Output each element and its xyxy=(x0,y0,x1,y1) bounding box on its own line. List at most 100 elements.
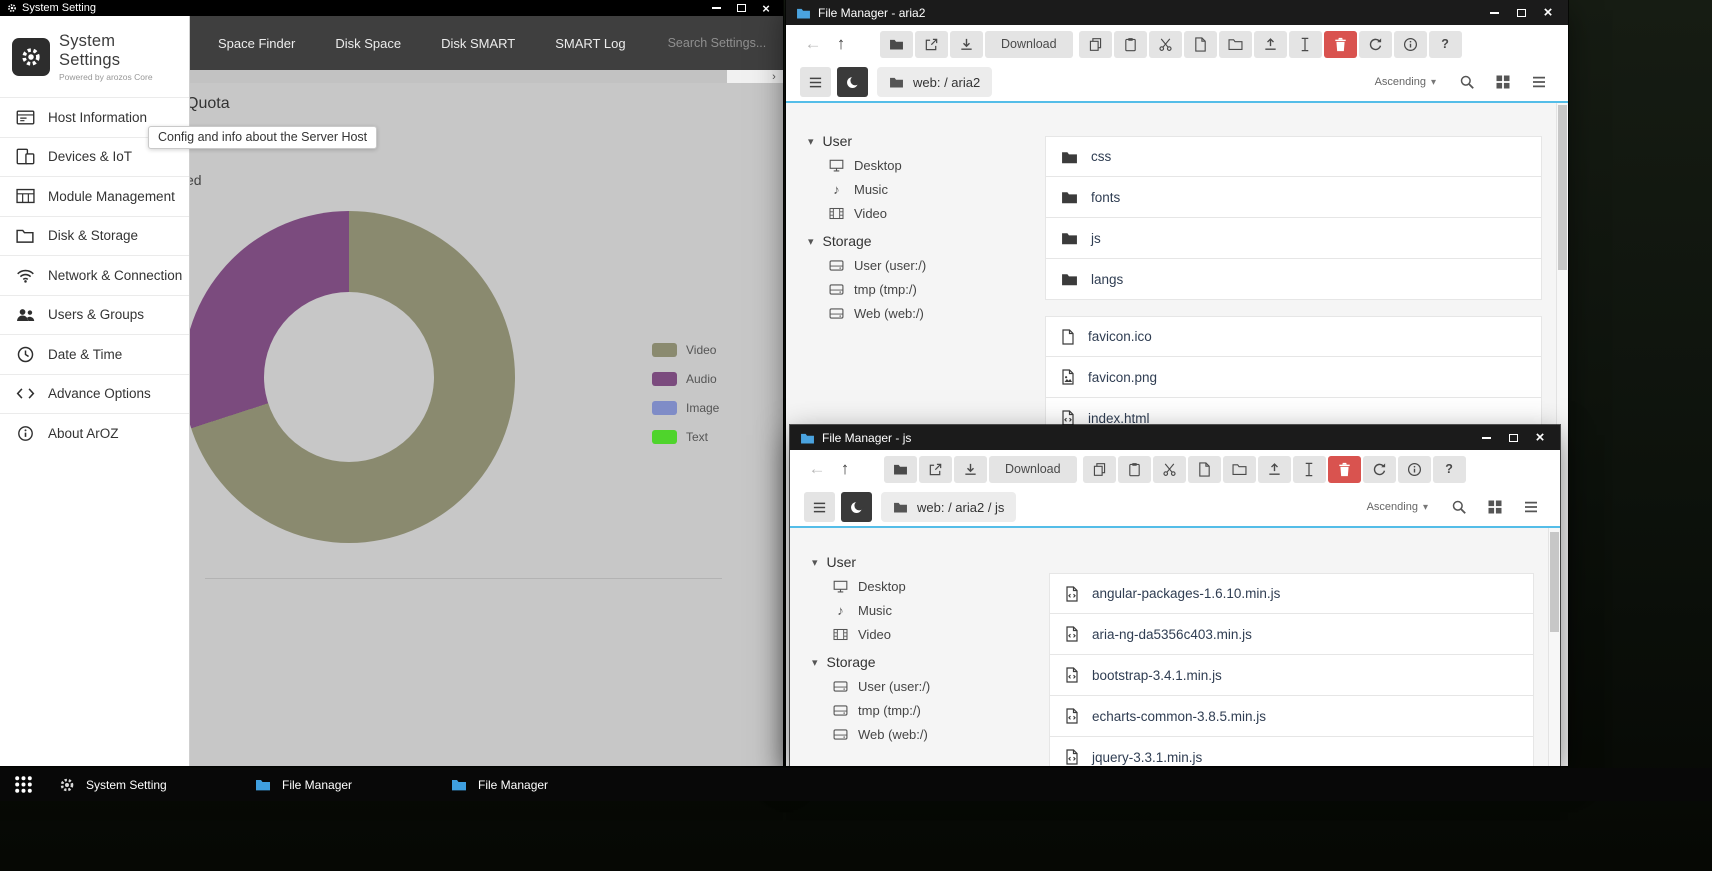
maximize-button[interactable] xyxy=(1511,0,1531,25)
file-row-bootstrap[interactable]: bootstrap-3.4.1.min.js xyxy=(1049,655,1534,696)
up-button[interactable] xyxy=(828,34,854,54)
new-file-button[interactable] xyxy=(1188,456,1221,483)
sort-order-dropdown[interactable]: Ascending xyxy=(1367,501,1428,513)
horizontal-scrollbar[interactable] xyxy=(190,70,783,83)
tab-disk-smart[interactable]: Disk SMART xyxy=(421,36,535,51)
tree-item-tmp-drive[interactable]: tmp (tmp:/) xyxy=(832,698,1035,722)
sidebar-item-about-aroz[interactable]: About ArOZ xyxy=(0,413,189,453)
grid-view-button[interactable] xyxy=(1480,492,1510,522)
new-folder-button[interactable] xyxy=(1223,456,1256,483)
sidebar-item-advance-options[interactable]: Advance Options xyxy=(0,374,189,414)
list-view-button[interactable] xyxy=(1516,492,1546,522)
legend-item-image[interactable]: Image xyxy=(652,393,719,422)
sort-order-dropdown[interactable]: Ascending xyxy=(1375,76,1436,88)
sidebar-item-network-connection[interactable]: Network & Connection xyxy=(0,255,189,295)
sidebar-item-disk-storage[interactable]: Disk & Storage xyxy=(0,216,189,256)
open-new-tab-button[interactable] xyxy=(915,31,948,58)
tree-section-storage[interactable]: Storage xyxy=(808,229,1031,253)
help-button[interactable] xyxy=(1429,31,1462,58)
legend-item-audio[interactable]: Audio xyxy=(652,364,719,393)
taskbar-item-file-manager-1[interactable]: File Manager xyxy=(246,771,432,798)
taskbar-item-system-setting[interactable]: System Setting xyxy=(50,771,236,798)
file-row-jquery[interactable]: jquery-3.3.1.min.js xyxy=(1049,737,1534,766)
sidebar-item-users-groups[interactable]: Users & Groups xyxy=(0,295,189,335)
close-button[interactable] xyxy=(1530,425,1550,450)
fm-titlebar[interactable]: File Manager - js xyxy=(790,425,1560,450)
tab-disk-space[interactable]: Disk Space xyxy=(315,36,421,51)
tree-item-video[interactable]: Video xyxy=(832,622,1035,646)
minimize-button[interactable] xyxy=(1476,425,1496,450)
tree-item-music[interactable]: Music xyxy=(832,598,1035,622)
scrollbar-thumb[interactable] xyxy=(190,70,727,83)
tree-item-video[interactable]: Video xyxy=(828,201,1031,225)
tree-section-user[interactable]: User xyxy=(812,550,1035,574)
tab-space-finder[interactable]: Space Finder xyxy=(198,36,315,51)
paste-button[interactable] xyxy=(1118,456,1151,483)
scroll-right-arrow-icon[interactable] xyxy=(767,70,781,83)
close-button[interactable] xyxy=(756,0,776,16)
download-icon-button[interactable] xyxy=(954,456,987,483)
tree-item-user-drive[interactable]: User (user:/) xyxy=(832,674,1035,698)
dark-mode-toggle[interactable] xyxy=(841,492,872,522)
new-file-button[interactable] xyxy=(1184,31,1217,58)
tree-item-desktop[interactable]: Desktop xyxy=(832,574,1035,598)
apps-grid-button[interactable] xyxy=(6,768,40,801)
breadcrumb[interactable]: web: / aria2 xyxy=(877,67,992,97)
tree-section-storage[interactable]: Storage xyxy=(812,650,1035,674)
sidebar-item-module-management[interactable]: Module Management xyxy=(0,176,189,216)
back-button[interactable] xyxy=(804,459,830,479)
system-settings-titlebar[interactable]: System Setting xyxy=(0,0,783,16)
breadcrumb[interactable]: web: / aria2 / js xyxy=(881,492,1016,522)
search-button[interactable] xyxy=(1452,67,1482,97)
dark-mode-toggle[interactable] xyxy=(837,67,868,97)
upload-button[interactable] xyxy=(1254,31,1287,58)
rename-button[interactable] xyxy=(1289,31,1322,58)
tree-item-desktop[interactable]: Desktop xyxy=(828,153,1031,177)
open-new-tab-button[interactable] xyxy=(919,456,952,483)
info-button[interactable] xyxy=(1394,31,1427,58)
maximize-button[interactable] xyxy=(1503,425,1523,450)
up-button[interactable] xyxy=(832,459,858,479)
taskbar-item-file-manager-2[interactable]: File Manager xyxy=(442,771,628,798)
cut-button[interactable] xyxy=(1149,31,1182,58)
maximize-button[interactable] xyxy=(731,0,751,16)
download-button[interactable]: Download xyxy=(985,31,1073,58)
refresh-button[interactable] xyxy=(1363,456,1396,483)
copy-button[interactable] xyxy=(1079,31,1112,58)
tree-item-tmp-drive[interactable]: tmp (tmp:/) xyxy=(828,277,1031,301)
file-row-js[interactable]: js xyxy=(1045,218,1542,259)
paste-button[interactable] xyxy=(1114,31,1147,58)
sidebar-item-date-time[interactable]: Date & Time xyxy=(0,334,189,374)
file-row-fonts[interactable]: fonts xyxy=(1045,177,1542,218)
rename-button[interactable] xyxy=(1293,456,1326,483)
refresh-button[interactable] xyxy=(1359,31,1392,58)
scrollbar-thumb[interactable] xyxy=(1558,105,1567,270)
settings-search-input[interactable] xyxy=(668,36,783,50)
tree-item-web-drive[interactable]: Web (web:/) xyxy=(828,301,1031,325)
open-folder-button[interactable] xyxy=(880,31,913,58)
info-button[interactable] xyxy=(1398,456,1431,483)
search-button[interactable] xyxy=(1444,492,1474,522)
new-folder-button[interactable] xyxy=(1219,31,1252,58)
list-view-button[interactable] xyxy=(1524,67,1554,97)
tab-smart-log[interactable]: SMART Log xyxy=(535,36,645,51)
file-row-angular[interactable]: angular-packages-1.6.10.min.js xyxy=(1049,573,1534,614)
fm-titlebar[interactable]: File Manager - aria2 xyxy=(786,0,1568,25)
vertical-scrollbar[interactable] xyxy=(1548,528,1560,766)
minimize-button[interactable] xyxy=(706,0,726,16)
minimize-button[interactable] xyxy=(1484,0,1504,25)
download-icon-button[interactable] xyxy=(950,31,983,58)
menu-button[interactable] xyxy=(804,492,835,522)
file-row-echarts[interactable]: echarts-common-3.8.5.min.js xyxy=(1049,696,1534,737)
download-button[interactable]: Download xyxy=(989,456,1077,483)
tree-section-user[interactable]: User xyxy=(808,129,1031,153)
file-row-langs[interactable]: langs xyxy=(1045,259,1542,300)
tree-item-user-drive[interactable]: User (user:/) xyxy=(828,253,1031,277)
upload-button[interactable] xyxy=(1258,456,1291,483)
file-row-css[interactable]: css xyxy=(1045,136,1542,177)
open-folder-button[interactable] xyxy=(884,456,917,483)
copy-button[interactable] xyxy=(1083,456,1116,483)
help-button[interactable] xyxy=(1433,456,1466,483)
legend-item-video[interactable]: Video xyxy=(652,335,719,364)
tree-item-web-drive[interactable]: Web (web:/) xyxy=(832,722,1035,746)
